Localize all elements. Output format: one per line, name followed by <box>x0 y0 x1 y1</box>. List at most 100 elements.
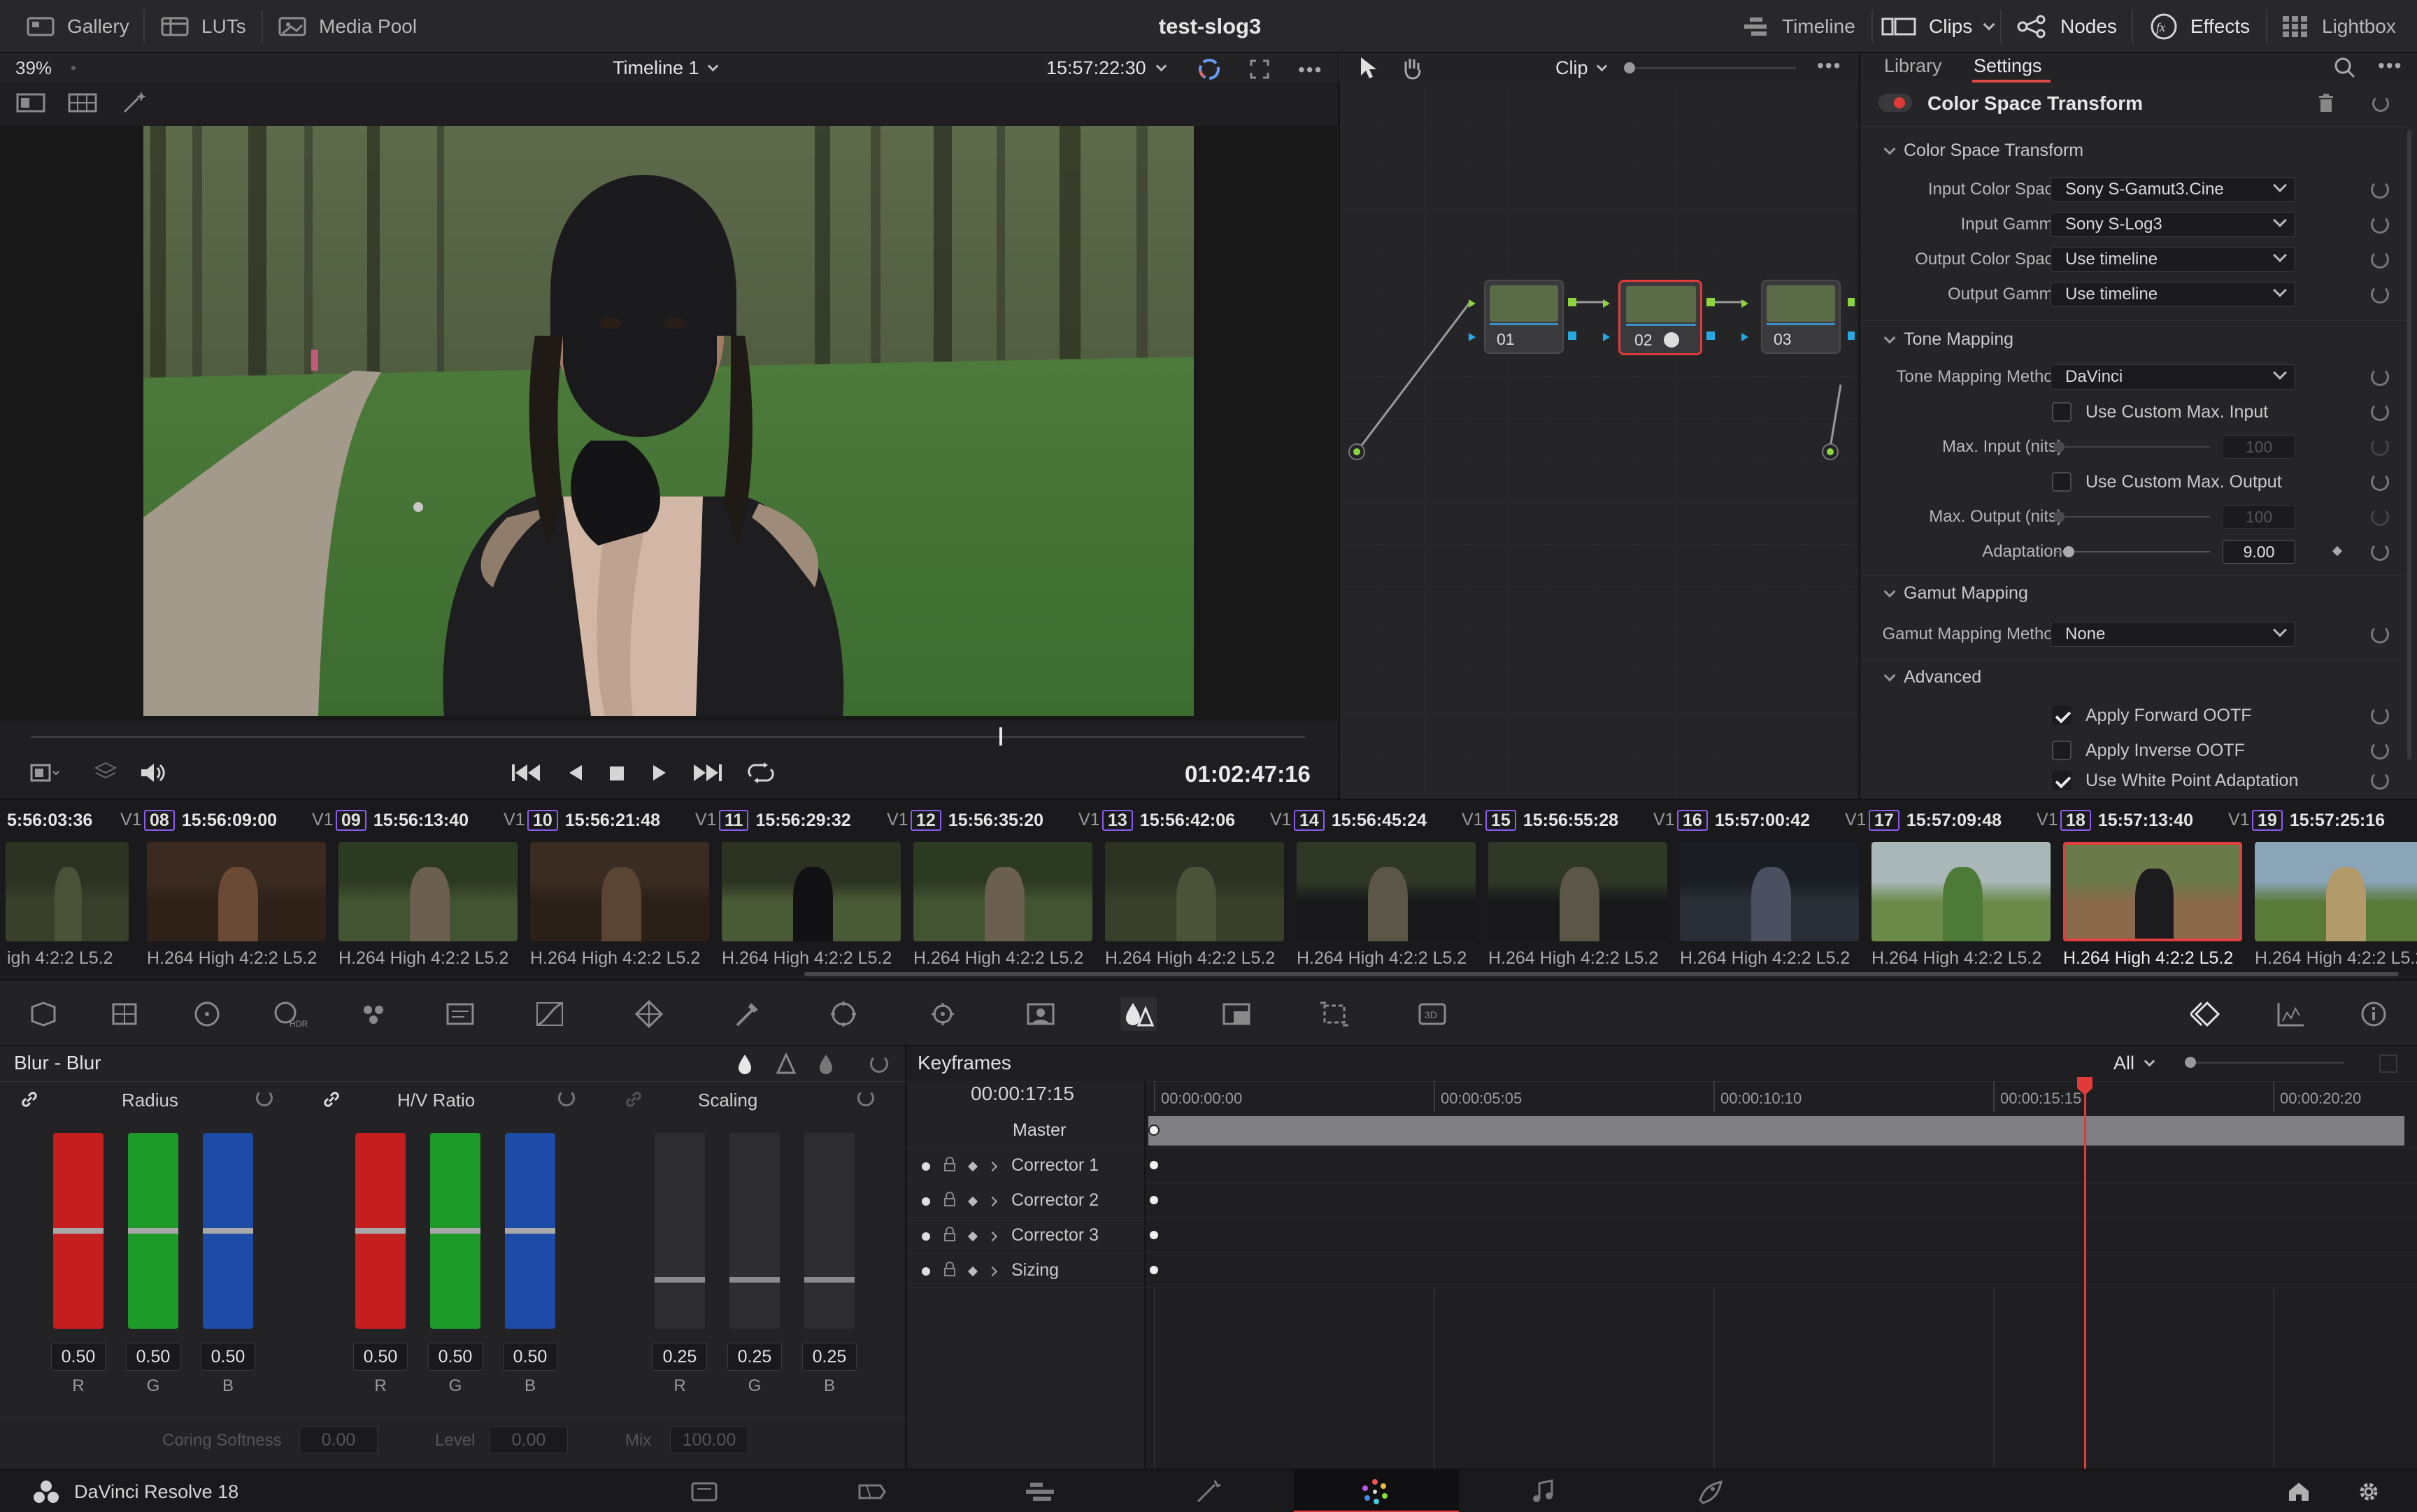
hand-icon[interactable] <box>1400 56 1424 83</box>
clip-thumbnail-item[interactable]: 1915:57:25:16V1H.264 High 4:2:2 L5.2 <box>2249 800 2417 976</box>
play-reverse-icon[interactable] <box>565 762 585 787</box>
max-output-field[interactable]: 100 <box>2223 505 2295 529</box>
apply-forward-ootf-checkbox[interactable] <box>2052 706 2072 725</box>
clip-thumbnail[interactable] <box>6 842 129 941</box>
lock-icon[interactable] <box>943 1227 957 1246</box>
reset-icon[interactable] <box>2371 368 2389 386</box>
clip-thumbnail[interactable] <box>147 842 326 941</box>
go-to-end-icon[interactable] <box>692 762 723 787</box>
reset-icon[interactable] <box>2371 215 2389 234</box>
slider-handle[interactable] <box>655 1277 705 1283</box>
primaries-icon[interactable] <box>189 997 225 1031</box>
clip-thumbnail[interactable] <box>530 842 709 941</box>
keyframe-diamond-icon[interactable] <box>967 1196 978 1206</box>
slider-handle[interactable] <box>53 1228 104 1234</box>
clip-thumbnail-item[interactable]: 5:56:03:36 V1 igh 4:2:2 L5.2 <box>0 800 142 976</box>
tone-mapping-method-dropdown[interactable]: DaVinci <box>2051 364 2295 390</box>
window-icon[interactable] <box>825 997 862 1031</box>
motion-effects-icon[interactable] <box>442 997 478 1031</box>
input-color-space-dropdown[interactable]: Sony S-Gamut3.Cine <box>2051 177 2295 202</box>
reset-icon[interactable] <box>2371 741 2389 759</box>
blur-icon[interactable] <box>1120 997 1157 1031</box>
single-view-icon[interactable] <box>15 92 46 117</box>
page-fusion-icon[interactable] <box>1190 1477 1225 1506</box>
blur-value-field[interactable]: 0.50 <box>126 1343 180 1371</box>
keyframe-track-row[interactable]: Corrector 1 <box>908 1148 2417 1183</box>
lock-icon[interactable] <box>943 1192 957 1211</box>
play-icon[interactable] <box>650 762 670 787</box>
chevron-right-icon[interactable] <box>987 1231 998 1241</box>
node-zoom-handle[interactable] <box>1624 62 1635 73</box>
node-editor[interactable]: 01 02 03 <box>1339 83 1859 799</box>
keyframe-dot[interactable] <box>1148 1160 1160 1171</box>
stop-icon[interactable] <box>608 765 625 785</box>
keyframe-dot[interactable] <box>1148 1229 1160 1241</box>
slider-handle[interactable] <box>430 1228 480 1234</box>
section-color-space-transform[interactable]: Color Space Transform <box>1883 141 2083 161</box>
magic-mask-icon[interactable] <box>1022 997 1059 1031</box>
use-white-point-adaptation-checkbox[interactable] <box>2052 771 2072 790</box>
node-mode-dropdown[interactable]: Clip <box>1555 53 1607 83</box>
reset-icon[interactable] <box>2371 625 2389 643</box>
clip-thumbnail[interactable] <box>1297 842 1476 941</box>
tab-settings[interactable]: Settings <box>1974 55 2042 77</box>
level-field[interactable]: 0.00 <box>490 1427 568 1453</box>
magic-wand-icon[interactable] <box>120 90 148 118</box>
clip-thumbnail-item[interactable]: 09 15:56:13:40 V1 H.264 High 4:2:2 L5.2 <box>333 800 525 976</box>
adaptation-slider[interactable] <box>2056 551 2210 552</box>
output-gamma-dropdown[interactable]: Use timeline <box>2051 282 2295 307</box>
page-fairlight-icon[interactable] <box>1526 1477 1561 1506</box>
clip-thumbnail[interactable] <box>722 842 901 941</box>
playhead-marker-icon[interactable] <box>2076 1076 2094 1097</box>
reset-icon[interactable] <box>2371 473 2389 491</box>
clip-thumbnail[interactable] <box>913 842 1092 941</box>
clip-thumbnail[interactable] <box>1488 842 1667 941</box>
node-02[interactable]: 02 <box>1618 280 1702 355</box>
max-output-slider[interactable] <box>2056 516 2210 518</box>
output-color-space-dropdown[interactable]: Use timeline <box>2051 247 2295 272</box>
slider-handle[interactable] <box>2053 441 2065 452</box>
mist-mode-icon[interactable] <box>817 1053 835 1078</box>
blur-value-field[interactable]: 0.50 <box>503 1343 557 1371</box>
blur-channel-slider[interactable] <box>655 1133 705 1329</box>
adaptation-field[interactable]: 9.00 <box>2223 540 2295 564</box>
reset-icon[interactable] <box>2371 403 2389 421</box>
visibility-dot-icon[interactable] <box>922 1232 930 1241</box>
clip-thumbnail-item[interactable]: 14 15:56:45:24 V1 H.264 High 4:2:2 L5.2 <box>1291 800 1483 976</box>
clip-thumbnail[interactable] <box>338 842 518 941</box>
node-options-icon[interactable]: ••• <box>1817 55 1841 77</box>
blur-value-field[interactable]: 0.50 <box>353 1343 408 1371</box>
lock-icon[interactable] <box>943 1262 957 1281</box>
scopes-icon[interactable] <box>2273 997 2309 1031</box>
page-media-icon[interactable] <box>687 1477 722 1506</box>
tab-library[interactable]: Library <box>1884 55 1942 77</box>
clip-thumbnail[interactable] <box>1680 842 1859 941</box>
apply-inverse-ootf-checkbox[interactable] <box>2052 741 2072 760</box>
clip-thumbnail-item[interactable]: 12 15:56:35:20 V1 H.264 High 4:2:2 L5.2 <box>908 800 1100 976</box>
slider-handle[interactable] <box>505 1228 555 1234</box>
reset-icon[interactable] <box>2371 771 2389 790</box>
sharpen-mode-icon[interactable] <box>776 1052 797 1078</box>
pointer-icon[interactable] <box>1358 56 1378 83</box>
link-channels-icon[interactable] <box>322 1090 341 1113</box>
blur-value-field[interactable]: 0.25 <box>802 1343 857 1371</box>
expand-icon[interactable] <box>2379 1055 2397 1073</box>
keyframe-diamond-icon[interactable] <box>967 1266 978 1276</box>
hdr-icon[interactable]: HDR <box>271 997 308 1031</box>
slider-handle[interactable] <box>804 1277 855 1283</box>
clip-strip-scrollbar[interactable] <box>804 972 2399 976</box>
clip-thumbnail-item[interactable]: 18 15:57:13:40 V1 H.264 High 4:2:2 L5.2 <box>2058 800 2250 976</box>
section-tone-mapping[interactable]: Tone Mapping <box>1883 329 2013 350</box>
link-channels-icon[interactable] <box>20 1090 39 1113</box>
clip-thumbnail[interactable] <box>2063 842 2242 941</box>
max-input-field[interactable]: 100 <box>2223 435 2295 459</box>
section-gamut-mapping[interactable]: Gamut Mapping <box>1883 583 2028 604</box>
chevron-right-icon[interactable] <box>987 1266 998 1276</box>
curves-icon[interactable] <box>532 997 568 1031</box>
keyframes-zoom-slider[interactable] <box>2190 1062 2344 1064</box>
rgb-mixer-icon[interactable] <box>355 997 392 1031</box>
keyframe-diamond-icon[interactable] <box>2332 545 2343 557</box>
scrub-bar[interactable] <box>31 736 1305 738</box>
scrub-playhead[interactable] <box>999 727 1002 746</box>
source-timecode-dropdown[interactable]: 15:57:22:30 <box>1046 53 1167 83</box>
